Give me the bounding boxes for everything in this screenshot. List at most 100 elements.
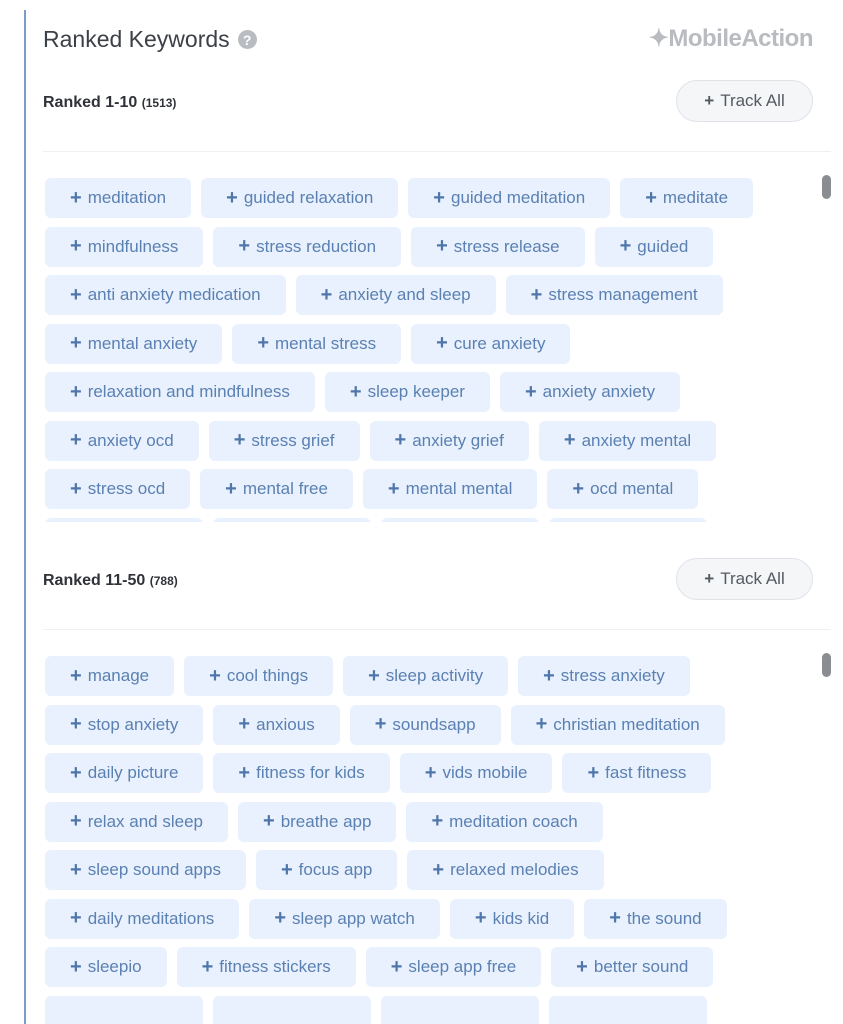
keyword-chip[interactable]: + fitness for kids bbox=[213, 753, 390, 793]
keyword-chip[interactable]: + stress anxiety bbox=[518, 656, 690, 696]
keyword-chip[interactable]: + sleep keeper bbox=[324, 372, 490, 412]
keyword-chip[interactable]: + vids mobile bbox=[399, 753, 553, 793]
plus-icon: + bbox=[587, 761, 600, 784]
keyword-label: cure anxiety bbox=[453, 333, 546, 353]
plus-icon: + bbox=[70, 713, 82, 735]
scrollbar[interactable] bbox=[822, 175, 831, 199]
logo-text: MobileAction bbox=[668, 25, 813, 52]
keyword-chip[interactable]: + focus app bbox=[255, 850, 398, 890]
keyword-chip[interactable]: + daily meditations bbox=[45, 898, 240, 939]
keyword-chip[interactable]: + the sound bbox=[584, 898, 727, 939]
plus-icon: + bbox=[70, 955, 82, 978]
keyword-chip[interactable]: + christian meditation bbox=[510, 704, 725, 745]
keyword-chip-partial[interactable] bbox=[381, 517, 539, 522]
keyword-label: mental mental bbox=[405, 479, 513, 498]
plus-icon: + bbox=[368, 664, 380, 687]
keyword-chip[interactable]: + stress grief bbox=[208, 420, 360, 461]
keyword-chip[interactable]: + relaxed melodies bbox=[407, 850, 604, 890]
keyword-chip-partial[interactable] bbox=[549, 517, 707, 522]
plus-icon: + bbox=[226, 186, 238, 209]
keyword-chip[interactable]: + anti anxiety medication bbox=[45, 275, 286, 315]
plus-icon: + bbox=[432, 858, 445, 881]
keyword-chip[interactable]: + relax and sleep bbox=[45, 801, 228, 842]
keyword-chip[interactable]: + stress management bbox=[505, 275, 723, 315]
plus-icon: + bbox=[238, 235, 251, 257]
keyword-chip-partial[interactable] bbox=[45, 517, 203, 522]
keyword-chip[interactable]: + meditation bbox=[45, 178, 192, 218]
keyword-label: anxiety mental bbox=[581, 430, 692, 450]
keyword-label: breathe app bbox=[280, 811, 372, 831]
keyword-chip-partial[interactable] bbox=[213, 995, 371, 1024]
plus-icon: + bbox=[645, 186, 657, 209]
keyword-chip[interactable]: + stress release bbox=[411, 226, 585, 267]
keyword-label: manage bbox=[87, 666, 150, 685]
plus-icon: + bbox=[374, 713, 387, 735]
keyword-label: anti anxiety medication bbox=[87, 285, 261, 304]
keyword-chip[interactable]: + breathe app bbox=[238, 801, 397, 842]
keyword-label: the sound bbox=[626, 908, 702, 928]
keyword-label: stop anxiety bbox=[87, 714, 179, 734]
keyword-label: guided meditation bbox=[450, 188, 586, 207]
keyword-chip[interactable]: + manage bbox=[45, 656, 175, 696]
help-icon[interactable]: ? bbox=[237, 30, 257, 49]
keyword-chip[interactable]: + stress ocd bbox=[45, 469, 191, 509]
keyword-chip[interactable]: + anxious bbox=[213, 704, 340, 745]
keyword-label: guided bbox=[637, 236, 689, 256]
keyword-label: anxiety and sleep bbox=[338, 285, 471, 304]
keyword-chip[interactable]: + better sound bbox=[551, 947, 714, 987]
keyword-chip[interactable]: + anxiety and sleep bbox=[295, 275, 496, 315]
keyword-label: relaxation and mindfulness bbox=[87, 382, 290, 401]
keyword-chip[interactable]: + anxiety ocd bbox=[45, 420, 199, 461]
keyword-chip[interactable]: + stress reduction bbox=[213, 226, 402, 267]
keyword-chip[interactable]: + stop anxiety bbox=[45, 704, 204, 745]
keyword-chip[interactable]: + ocd mental bbox=[547, 469, 699, 509]
track-all-button[interactable]: + Track All bbox=[676, 80, 813, 122]
keyword-label: better sound bbox=[593, 957, 689, 976]
keyword-chip[interactable]: + anxiety grief bbox=[369, 420, 529, 461]
keyword-chip[interactable]: + cool things bbox=[184, 656, 334, 696]
keyword-chip-partial[interactable] bbox=[381, 995, 539, 1024]
keyword-chip-partial[interactable] bbox=[213, 517, 371, 522]
scrollbar[interactable] bbox=[822, 653, 831, 677]
keyword-chip[interactable]: + cure anxiety bbox=[411, 323, 571, 364]
keyword-label: christian meditation bbox=[553, 714, 700, 734]
section-title-ranked-1-10: Ranked 1-10 (1513) bbox=[43, 94, 176, 112]
keyword-chip[interactable]: + mental anxiety bbox=[45, 323, 223, 364]
keyword-chip[interactable]: + guided relaxation bbox=[201, 178, 399, 218]
keyword-chip[interactable]: + guided bbox=[594, 226, 714, 267]
keyword-chip[interactable]: + soundsapp bbox=[349, 704, 501, 745]
keyword-label: cool things bbox=[226, 666, 309, 685]
keyword-chip[interactable]: + kids kid bbox=[449, 898, 575, 939]
keyword-chip[interactable]: + relaxation and mindfulness bbox=[45, 372, 315, 412]
keyword-chip[interactable]: + daily picture bbox=[45, 753, 204, 793]
keyword-chip[interactable]: + sleep sound apps bbox=[45, 850, 246, 890]
keyword-chip[interactable]: + guided meditation bbox=[408, 178, 611, 218]
keyword-chip[interactable]: + mental stress bbox=[232, 323, 402, 364]
keyword-label: guided relaxation bbox=[243, 188, 374, 207]
keyword-chip[interactable]: + sleep app free bbox=[365, 947, 542, 987]
keyword-chip[interactable]: + sleepio bbox=[45, 947, 167, 987]
left-accent-bar bbox=[24, 10, 26, 1024]
keyword-label: stress grief bbox=[251, 430, 335, 450]
plus-icon: + bbox=[70, 283, 82, 306]
plus-icon: + bbox=[349, 380, 362, 403]
keyword-label: meditate bbox=[662, 188, 729, 207]
keyword-chip[interactable]: + mental free bbox=[200, 469, 353, 509]
keyword-chip[interactable]: + anxiety anxiety bbox=[499, 372, 681, 412]
keyword-chip[interactable]: + sleep app watch bbox=[249, 898, 440, 939]
keyword-chip[interactable]: + meditation coach bbox=[406, 801, 603, 842]
keyword-chip[interactable]: + meditate bbox=[620, 178, 754, 218]
keyword-chip[interactable]: + sleep activity bbox=[343, 656, 509, 696]
keyword-label: sleep keeper bbox=[367, 382, 465, 401]
keyword-chip[interactable]: + anxiety mental bbox=[538, 420, 717, 461]
keyword-label: sleep app watch bbox=[292, 908, 415, 928]
keyword-label: mental free bbox=[242, 479, 328, 498]
keyword-chip-partial[interactable] bbox=[549, 995, 707, 1024]
track-all-button[interactable]: + Track All bbox=[676, 558, 813, 600]
keyword-chip-partial[interactable] bbox=[45, 995, 203, 1024]
keyword-chip[interactable]: + mindfulness bbox=[45, 226, 204, 267]
track-all-label: Track All bbox=[720, 569, 785, 588]
keyword-chip[interactable]: + mental mental bbox=[362, 469, 538, 509]
keyword-chip[interactable]: + fast fitness bbox=[562, 753, 712, 793]
keyword-chip[interactable]: + fitness stickers bbox=[176, 947, 356, 987]
